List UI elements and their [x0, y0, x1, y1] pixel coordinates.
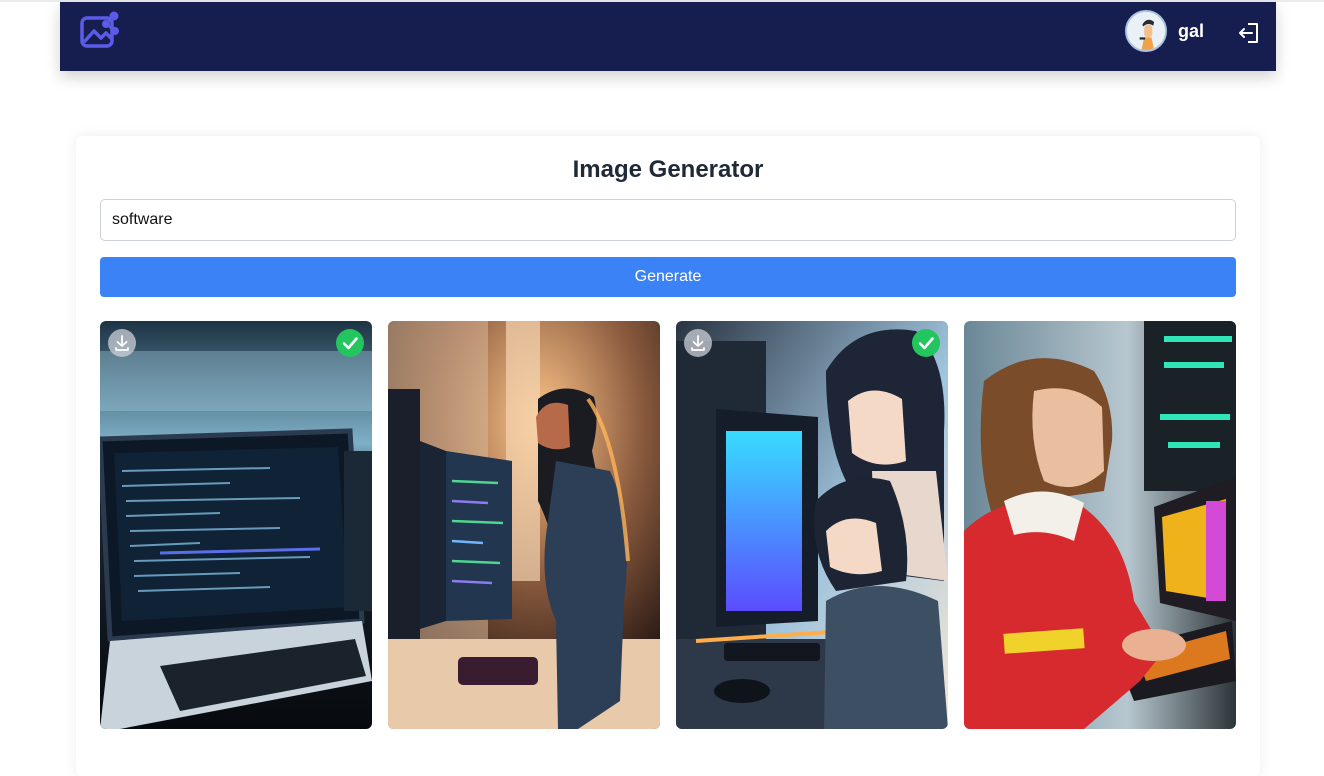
- selected-check-icon: [336, 329, 364, 357]
- image-card[interactable]: [100, 321, 372, 729]
- generate-button[interactable]: Generate: [100, 257, 1236, 297]
- download-icon[interactable]: [108, 329, 136, 357]
- logout-icon[interactable]: [1237, 21, 1261, 45]
- image-grid: [100, 321, 1236, 729]
- image-generator-card: Image Generator Generate: [76, 136, 1260, 776]
- navbar: gal: [60, 2, 1276, 71]
- download-icon[interactable]: [684, 329, 712, 357]
- image-card[interactable]: [964, 321, 1236, 729]
- generated-image: [676, 321, 948, 729]
- generated-image: [100, 321, 372, 729]
- username: gal: [1178, 21, 1205, 41]
- image-share-icon[interactable]: [79, 10, 121, 52]
- prompt-input[interactable]: [100, 199, 1236, 241]
- selected-check-icon: [912, 329, 940, 357]
- generated-image: [388, 321, 660, 729]
- image-card[interactable]: [388, 321, 660, 729]
- avatar[interactable]: [1125, 10, 1167, 52]
- image-card[interactable]: [676, 321, 948, 729]
- page-title: Image Generator: [572, 156, 764, 183]
- generated-image: [964, 321, 1236, 729]
